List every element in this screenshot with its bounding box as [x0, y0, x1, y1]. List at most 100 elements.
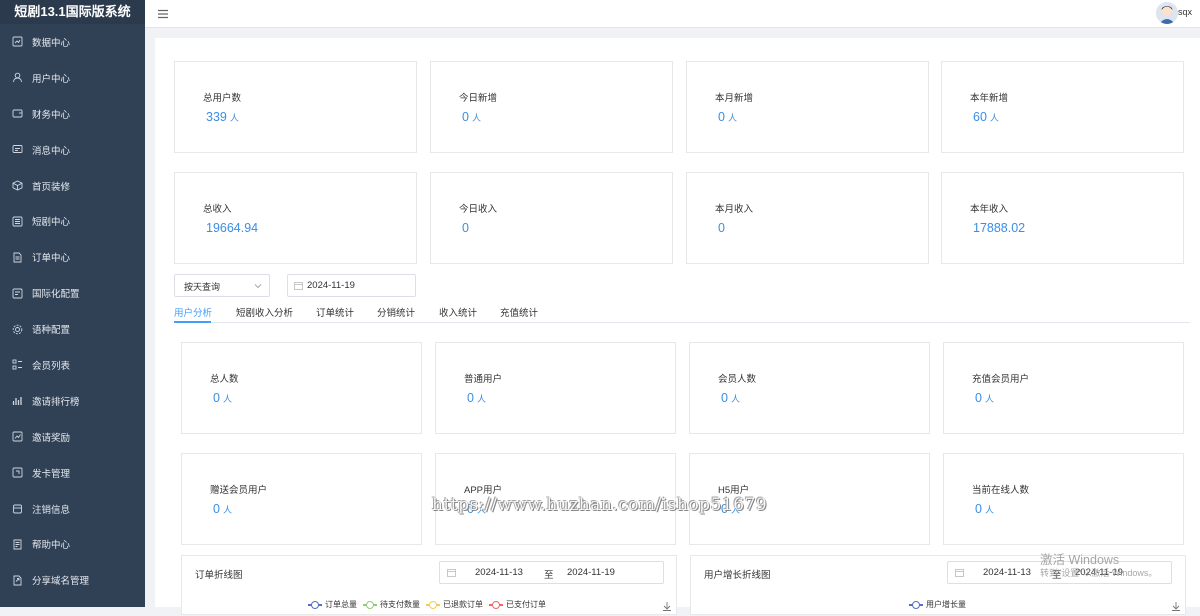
windows-activation-subtitle: 转到"设置"以激活 Windows。 — [1040, 568, 1158, 578]
menu-toggle-icon[interactable] — [157, 7, 169, 19]
avatar[interactable] — [1156, 2, 1178, 24]
username[interactable]: sqx — [1178, 7, 1192, 17]
sidebar-item[interactable]: 国际化配置 — [0, 275, 145, 311]
stat-card: 本年收入 17888.02 — [941, 172, 1184, 264]
order-chart-card: 订单折线图 2024-11-13 至 2024-11-19 订单总量 待支付数量 已… — [181, 555, 677, 615]
stat-label: 总用户数 — [203, 93, 242, 104]
sidebar-item-label: 分享域名管理 — [32, 576, 90, 588]
stat-number: 0 — [975, 502, 982, 516]
stat-card: 总用户数 339 人 — [174, 61, 417, 153]
sidebar-item[interactable]: 邀请奖励 — [0, 419, 145, 455]
stat-number: 0 — [718, 221, 725, 235]
sidebar-item-label: 财务中心 — [32, 109, 71, 121]
query-mode-value: 按天查询 — [184, 282, 221, 292]
sidebar-item[interactable]: 订单中心 — [0, 239, 145, 275]
user-chart-legend: 用户增长量 — [909, 599, 972, 610]
stat-value: 0人 — [213, 502, 232, 516]
range-separator: 至 — [544, 570, 554, 581]
wallet-icon — [12, 108, 23, 119]
user-chart-title: 用户增长折线图 — [704, 570, 771, 581]
calendar-icon — [294, 281, 303, 290]
logout-icon — [12, 503, 23, 514]
stat-value: 0人 — [467, 391, 486, 405]
main-content: 总用户数 339 人今日新增 0 人本月新增 0 人本年新增 60 人 总收入 19664.94 今… — [155, 38, 1200, 615]
sidebar-item-label: 数据中心 — [32, 37, 71, 49]
tab[interactable]: 充值统计 — [500, 305, 538, 319]
tab[interactable]: 用户分析 — [174, 305, 212, 319]
stat-label: 会员人数 — [718, 374, 757, 385]
list-icon — [12, 359, 23, 370]
stat-value: 339 人 — [206, 110, 239, 124]
sidebar-item[interactable]: 用户中心 — [0, 60, 145, 96]
tab[interactable]: 订单统计 — [316, 305, 354, 319]
stat-label: 本月收入 — [715, 204, 754, 215]
stat-label: 总人数 — [210, 374, 239, 385]
sidebar-item[interactable]: 数据中心 — [0, 24, 145, 60]
stat-unit: 人 — [222, 505, 232, 515]
stat-unit: 人 — [984, 394, 994, 404]
help-doc-icon — [12, 539, 23, 550]
user-stat-card: 总人数 0 人 — [181, 342, 422, 434]
sidebar-item-label: 发卡管理 — [32, 468, 71, 480]
stat-value: 17888.02 — [973, 221, 1025, 235]
stat-label: 本月新增 — [715, 93, 754, 104]
legend-item[interactable]: 已支付订单 — [489, 599, 546, 610]
sidebar-item[interactable]: 语种配置 — [0, 311, 145, 347]
sidebar-menu: 数据中心用户中心财务中心消息中心 首页装修 短剧中心订单中心国际化配置语种配置会员列… — [0, 24, 145, 598]
chevron-down-icon — [254, 282, 262, 290]
stat-label: 今日收入 — [459, 204, 498, 215]
calendar-icon — [955, 568, 964, 577]
order-chart-legend: 订单总量 待支付数量 已退款订单 已支付订单 — [308, 599, 552, 610]
film-icon — [12, 216, 23, 227]
legend-swatch — [426, 600, 440, 609]
sidebar-item[interactable]: 消息中心 — [0, 132, 145, 168]
stat-label: 本年收入 — [970, 204, 1009, 215]
card-icon — [12, 467, 23, 478]
tab[interactable]: 短剧收入分析 — [236, 305, 293, 319]
legend-item[interactable]: 已退款订单 — [426, 599, 483, 610]
gear-icon — [12, 324, 23, 335]
stat-unit: 人 — [989, 113, 999, 123]
sidebar-item[interactable]: 会员列表 — [0, 347, 145, 383]
trend-icon — [12, 431, 23, 442]
stat-label: 普通用户 — [464, 374, 503, 385]
legend-item[interactable]: 用户增长量 — [909, 599, 966, 610]
stat-label: 本年新增 — [970, 93, 1009, 104]
stat-unit: 人 — [229, 113, 239, 123]
sidebar-item[interactable]: 发卡管理 — [0, 455, 145, 491]
sidebar-item-label: 邀请排行榜 — [32, 396, 80, 408]
sidebar-item[interactable]: 分享域名管理 — [0, 562, 145, 598]
stat-value: 0人 — [975, 502, 994, 516]
stat-unit: 人 — [984, 505, 994, 515]
date-picker[interactable]: 2024-11-19 — [287, 274, 416, 297]
sidebar-item-label: 会员列表 — [32, 360, 71, 372]
sidebar-item-label: 帮助中心 — [32, 540, 71, 552]
stat-value: 0人 — [718, 110, 737, 124]
sidebar-item[interactable]: 首页装修 — [0, 168, 145, 204]
legend-label: 订单总量 — [325, 600, 357, 609]
calendar-icon — [447, 568, 456, 577]
user-stat-card: 普通用户 0 人 — [435, 342, 676, 434]
query-mode-select[interactable]: 按天查询 — [174, 274, 270, 297]
stat-unit: 人 — [471, 113, 481, 123]
legend-swatch — [909, 600, 923, 609]
sidebar-item-label: 语种配置 — [32, 325, 71, 337]
sidebar-item-label: 订单中心 — [32, 253, 71, 265]
box-icon — [12, 180, 23, 191]
sidebar-item[interactable]: 财务中心 — [0, 96, 145, 132]
sidebar-item[interactable]: 短剧中心 — [0, 203, 145, 239]
sidebar-item[interactable]: 邀请排行榜 — [0, 383, 145, 419]
range-start: 2024-11-13 — [983, 567, 1031, 578]
tab[interactable]: 收入统计 — [439, 305, 477, 319]
stat-number: 0 — [213, 502, 220, 516]
order-date-range[interactable]: 2024-11-13 至 2024-11-19 — [439, 561, 664, 584]
stat-value: 0 — [718, 221, 725, 235]
sidebar-item[interactable]: 注销信息 — [0, 491, 145, 527]
sidebar-item[interactable]: 帮助中心 — [0, 526, 145, 562]
sidebar-item-label: 邀请奖励 — [32, 432, 71, 444]
legend-item[interactable]: 待支付数量 — [363, 599, 420, 610]
tab[interactable]: 分销统计 — [377, 305, 415, 319]
stat-unit: 人 — [730, 394, 740, 404]
legend-item[interactable]: 订单总量 — [308, 599, 357, 610]
legend-label: 待支付数量 — [380, 600, 420, 609]
